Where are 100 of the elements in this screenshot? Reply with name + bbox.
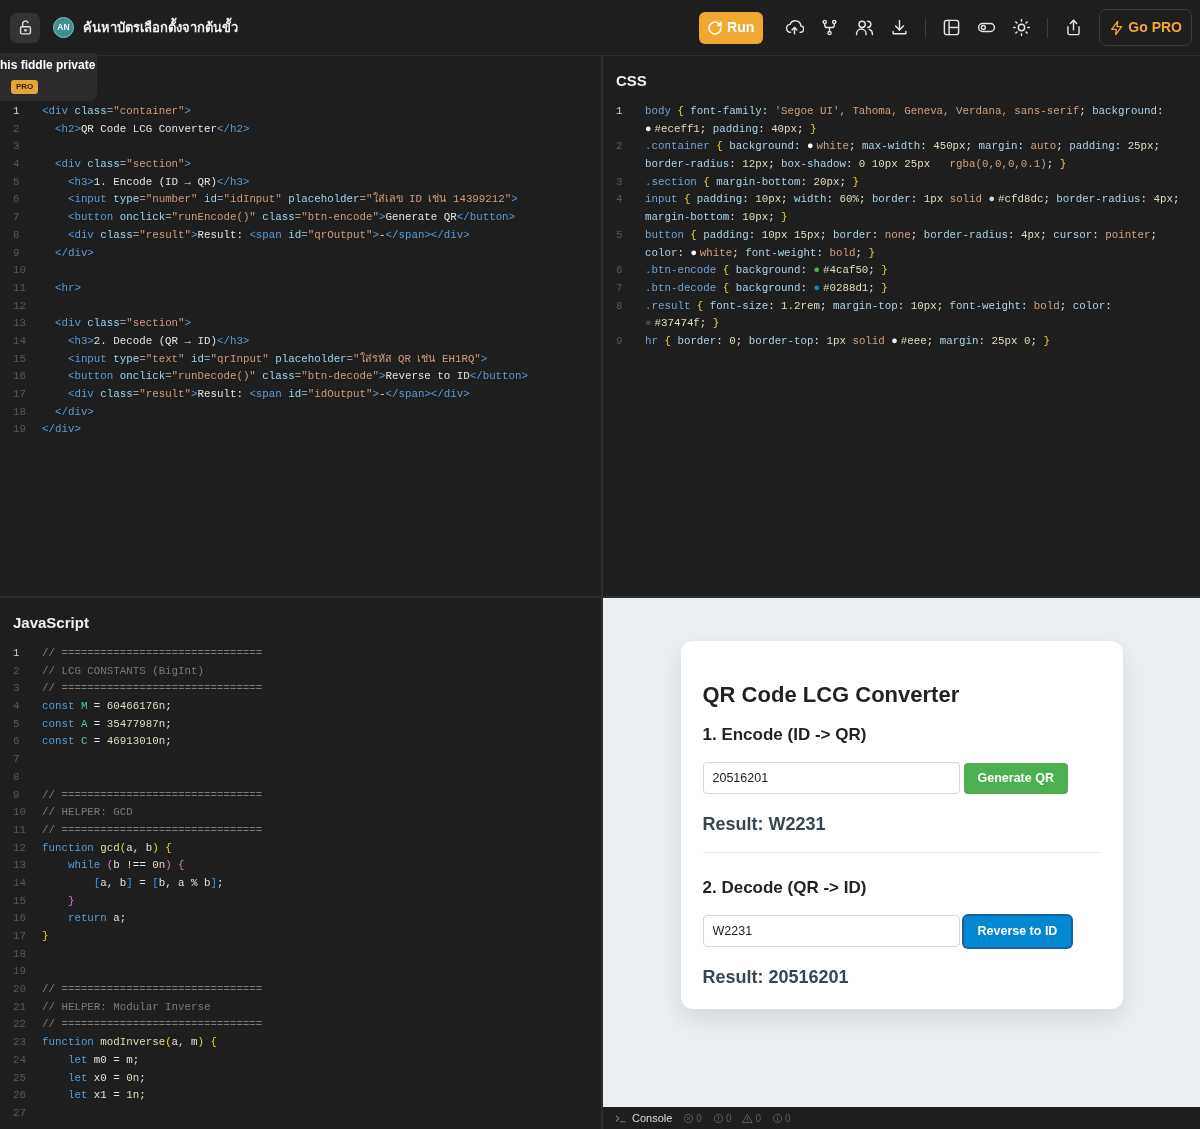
code-line: </div> — [53, 404, 94, 420]
code-line: <h3>1. Encode (ID → QR)</h3> — [66, 174, 250, 190]
warning-icon — [742, 1112, 754, 1124]
line-number: 3 — [616, 175, 623, 188]
code-line: const C = 46913010n; — [42, 734, 172, 750]
code-line: // =============================== — [42, 787, 263, 803]
lock-button[interactable] — [10, 12, 40, 43]
code-line: const A = 35477987n; — [42, 716, 172, 732]
code-line: <h2>QR Code LCG Converter</h2> — [53, 121, 250, 137]
line-number: 4 — [616, 193, 623, 206]
alert-icon — [712, 1112, 724, 1124]
code-line: let x1 = 1n; — [66, 1088, 146, 1104]
code-line: .container { background: ● white; max-width: 450px; margin: auto; padding: 25px; — [645, 139, 1161, 155]
users-icon[interactable] — [855, 18, 875, 37]
code-line: // =============================== — [42, 822, 263, 838]
code-line: <hr> — [53, 280, 81, 296]
project-title: ค้นหาบัตรเลือกตั้งจากต้นขั้ว — [83, 17, 238, 37]
code-line: color: ● white; font-weight: bold; } — [645, 245, 875, 261]
code-line: </div> — [53, 245, 94, 261]
line-number: 25 — [13, 1071, 26, 1084]
avatar[interactable]: AN — [53, 17, 74, 38]
code-line: const M = 60466176n; — [42, 699, 172, 715]
code-line: <h3>2. Decode (QR → ID)</h3> — [66, 333, 250, 349]
pro-badge: PRO — [11, 80, 39, 94]
code-line: .btn-decode { background: ● #0288d1; } — [645, 280, 888, 296]
line-number: 3 — [13, 682, 20, 695]
line-number: 24 — [13, 1053, 26, 1066]
code-line: .btn-encode { background: ● #4caf50; } — [645, 263, 888, 279]
code-line: // HELPER: Modular Inverse — [42, 999, 211, 1015]
line-number: 1 — [13, 647, 20, 659]
panel-title: JavaScript — [13, 614, 89, 631]
code-line: <button onclick="runEncode()" class="btn-encode">Generate QR</button> — [66, 210, 516, 226]
line-number: 13 — [13, 317, 26, 330]
code-line: // =============================== — [42, 1017, 263, 1033]
result-text: Result: 20516201 — [702, 967, 850, 987]
code-line: hr { border: 0; border-top: 1px solid ● #eee; margin: 25px 0; } — [645, 333, 1050, 349]
input-field[interactable]: 20516201 — [702, 762, 960, 794]
code-line: <div class="result">Result: <span id="idOutput">-</span></div> — [66, 387, 470, 402]
code-line: function gcd(a, b) { — [42, 840, 172, 856]
line-number: 2 — [13, 122, 20, 135]
line-number: 14 — [13, 334, 26, 347]
console-tab[interactable]: Console — [632, 1109, 673, 1127]
line-number: 13 — [13, 859, 26, 872]
code-line: body { font-family: 'Segoe UI', Tahoma, Geneva, Verdana, sans-serif; background: — [645, 104, 1164, 119]
code-line: <div class="section"> — [53, 157, 192, 173]
line-number: 27 — [13, 1106, 26, 1119]
code-line: // =============================== — [42, 982, 263, 998]
code-line: ● #eceff1; padding: 40px; } — [645, 121, 817, 137]
line-number: 1 — [616, 105, 623, 117]
code-line: } — [42, 929, 49, 944]
code-line: // HELPER: GCD — [42, 805, 133, 821]
code-line: button { padding: 10px 15px; border: none; border-radius: 4px; cursor: pointer; — [645, 227, 1158, 243]
line-number: 1 — [13, 105, 20, 117]
code-line: [a, b] = [b, a % b]; — [92, 875, 224, 891]
code-line: // LCG CONSTANTS (BigInt) — [42, 663, 204, 679]
line-number: 2 — [616, 140, 623, 153]
layout-icon[interactable] — [942, 18, 962, 37]
tooltip-text: his fiddle private — [0, 58, 97, 72]
download-icon[interactable] — [890, 18, 910, 37]
code-line: let x0 = 0n; — [66, 1070, 146, 1086]
action-button[interactable]: Reverse to ID — [963, 915, 1072, 947]
code-line: while (b !== 0n) { — [66, 858, 185, 874]
code-line: margin-bottom: 10px; } — [645, 210, 788, 226]
code-line: // =============================== — [42, 681, 263, 697]
code-line: ● #37474f; } — [645, 316, 720, 332]
line-number: 4 — [13, 700, 20, 713]
line-number: 3 — [13, 140, 20, 153]
code-line: </div> — [42, 422, 81, 438]
code-line: <input type="text" id="qrInput" placeholder="ใส่รหัส QR เช่น EH1RQ"> — [66, 351, 488, 367]
line-number: 2 — [13, 664, 20, 677]
code-line: // =============================== — [42, 646, 263, 661]
line-number: 26 — [13, 1089, 26, 1102]
line-number: 21 — [13, 1000, 26, 1013]
go-pro-button[interactable]: Go PRO — [1099, 9, 1192, 46]
line-number: 22 — [13, 1018, 26, 1031]
line-number: 4 — [13, 158, 20, 171]
panel-title: CSS — [616, 72, 647, 89]
code-line: <div class="result">Result: <span id="qrOutput">-</span></div> — [66, 227, 470, 243]
error-icon — [683, 1112, 695, 1124]
code-line: input { padding: 10px; width: 60%; border: 1px solid ● #cfd8dc; border-radius: 4px; — [645, 192, 1180, 208]
code-line: } — [66, 893, 75, 909]
line-number: 23 — [13, 1036, 26, 1049]
info-icon — [772, 1112, 784, 1124]
code-line: .section { margin-bottom: 20px; } — [645, 174, 859, 190]
code-line: <div class="container"> — [42, 104, 192, 119]
line-number: 20 — [13, 983, 26, 996]
cloud-upload-icon[interactable] — [785, 18, 805, 37]
code-line: <button onclick="runDecode()" class="btn-decode">Reverse to ID</button> — [66, 369, 529, 385]
code-line: <input type="number" id="idInput" placeholder="ใส่เลข ID เช่น 14399212"> — [66, 191, 518, 208]
result-text: Result: W2231 — [702, 814, 827, 834]
code-line: border-radius: 12px; box-shadow: 0 10px 25px rgba(0,0,0,0.1); } — [645, 157, 1067, 173]
code-line: <div class="section"> — [53, 316, 192, 332]
code-line: .result { font-size: 1.2rem; margin-top: 10px; font-weight: bold; color: — [645, 298, 1112, 314]
code-line: return a; — [66, 911, 127, 927]
line-number: 14 — [13, 876, 26, 889]
section-heading: 2. Decode (QR -> ID) — [702, 878, 868, 898]
section-heading: 1. Encode (ID -> QR) — [702, 725, 868, 745]
sun-icon[interactable] — [1012, 18, 1032, 37]
input-field[interactable]: W2231 — [702, 915, 960, 947]
page-heading: QR Code LCG Converter — [702, 682, 961, 708]
